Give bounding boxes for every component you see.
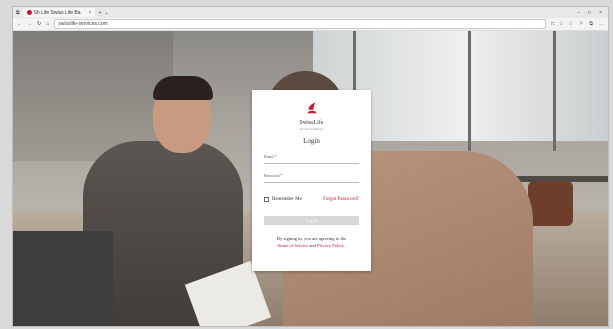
sofa (13, 231, 113, 326)
back-icon[interactable]: ← (17, 21, 22, 27)
url-field[interactable]: swisslife-services.com (54, 19, 546, 29)
browser-window: ⧉ Sh Life Swiss Life Ba × + ⌄ − □ × ← → … (12, 6, 609, 327)
minimize-button[interactable]: − (577, 10, 580, 16)
forward-icon[interactable]: → (27, 21, 32, 27)
more-icon[interactable]: … (599, 21, 604, 27)
address-bar: ← → ↻ ⌂ swisslife-services.com □ ☆ ☆ ⚐ ⧉… (13, 18, 608, 31)
maximize-button[interactable]: □ (588, 10, 591, 16)
email-underline (264, 163, 359, 164)
reading-view-icon[interactable]: □ (551, 21, 554, 27)
window-frame (468, 31, 471, 151)
notes-icon[interactable]: ⚐ (579, 21, 583, 27)
toolbar-icons: ☆ ⚐ ⧉ … (568, 21, 604, 27)
tab-close-icon[interactable]: × (89, 10, 92, 16)
privacy-policy-link[interactable]: Privacy Policy (317, 243, 344, 248)
tab-bar: ⧉ Sh Life Swiss Life Ba × + ⌄ − □ × (13, 7, 608, 18)
remember-checkbox[interactable] (264, 197, 269, 202)
swisslife-logo: SwissLife Global Solutions (252, 100, 371, 131)
terms-text: By signing in, you are agreeing to the T… (260, 235, 363, 249)
favicon-icon (26, 10, 32, 15)
close-window-button[interactable]: × (599, 10, 602, 16)
login-card: SwissLife Global Solutions Login Email *… (252, 90, 371, 271)
window-controls: − □ × (577, 10, 608, 16)
remember-row: Remember Me Forgot Password? (264, 197, 359, 202)
brand-name: SwissLife (299, 120, 324, 126)
browser-tab[interactable]: Sh Life Swiss Life Ba × (22, 8, 96, 17)
refresh-icon[interactable]: ↻ (37, 21, 41, 27)
remember-label: Remember Me (272, 197, 302, 202)
password-label: Password * (264, 173, 283, 178)
brand-tagline: Global Solutions (299, 127, 324, 131)
tab-title: Sh Life Swiss Life Ba (33, 9, 81, 16)
window-frame (553, 31, 556, 151)
favorites-icon[interactable]: ☆ (568, 21, 572, 27)
home-icon[interactable]: ⌂ (46, 21, 49, 27)
email-field[interactable]: Email * (264, 154, 359, 164)
login-button[interactable]: Log in (264, 216, 359, 225)
man-left-hair (153, 76, 213, 100)
password-underline (264, 182, 359, 183)
new-tab-button[interactable]: + (98, 10, 101, 16)
password-field[interactable]: Password * (264, 173, 359, 183)
terms-prefix: By signing in, you are agreeing to the (276, 236, 347, 241)
url-text: swisslife-services.com (58, 21, 108, 27)
chair (528, 181, 573, 226)
share-icon[interactable]: ⧉ (589, 21, 593, 27)
tab-menu-icon[interactable]: ⌄ (104, 10, 108, 16)
terms-and: and (309, 243, 316, 248)
login-title: Login (303, 137, 320, 145)
favorite-icon[interactable]: ☆ (559, 21, 563, 27)
terms-suffix: . (345, 243, 347, 248)
tab-actions-icon[interactable]: ⧉ (16, 10, 20, 16)
email-label: Email * (264, 154, 277, 159)
swisslife-logo-icon (307, 102, 316, 114)
terms-of-service-link[interactable]: Terms of Service (277, 243, 308, 248)
forgot-password-link[interactable]: Forgot Password? (323, 197, 359, 202)
